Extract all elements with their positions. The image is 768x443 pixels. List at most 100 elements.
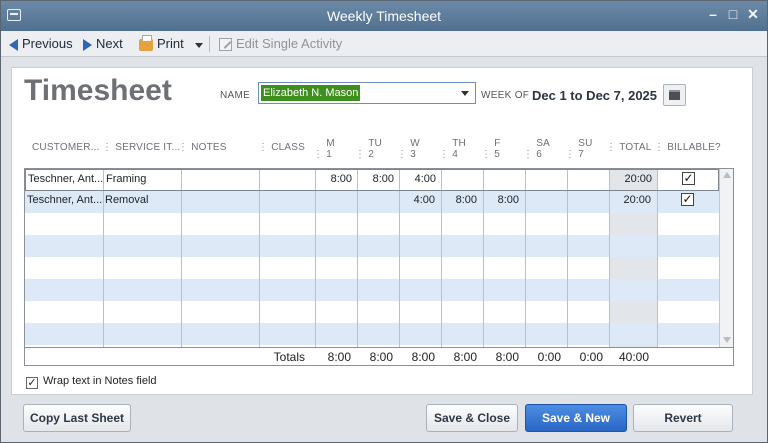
day-number: 3 — [410, 149, 416, 160]
day-2-cell[interactable]: 8:00 — [356, 173, 394, 185]
vertical-scrollbar[interactable] — [719, 169, 733, 347]
total-day-5: 8:00 — [495, 350, 519, 364]
day-5-cell[interactable]: 8:00 — [481, 194, 519, 206]
grand-total: 40:00 — [618, 350, 649, 364]
table-row[interactable] — [25, 301, 719, 323]
print-button[interactable]: Print — [139, 34, 184, 53]
toolbar: Previous Next Print Edit Single Activity — [1, 31, 767, 57]
toolbar-divider — [209, 36, 210, 52]
scroll-up-icon[interactable] — [723, 172, 731, 178]
weekly-timesheet-window: Weekly Timesheet – □ ✕ Previous Next Pri… — [0, 0, 768, 443]
title-bar: Weekly Timesheet – □ ✕ — [1, 1, 767, 31]
day-1-cell[interactable]: 8:00 — [314, 173, 352, 185]
revert-button[interactable]: Revert — [633, 404, 733, 432]
column-header-notes[interactable]: ⋮ NOTES — [178, 142, 227, 153]
pencil-icon — [219, 38, 232, 52]
column-header-day-5[interactable]: ⋮F 5 — [481, 138, 501, 160]
column-header-day-6[interactable]: ⋮SA 6 — [523, 138, 550, 160]
column-header-billable[interactable]: ⋮ BILLABLE? — [654, 142, 721, 153]
column-header-service-item[interactable]: ⋮ SERVICE IT... — [102, 142, 180, 153]
next-button[interactable]: Next — [83, 35, 123, 53]
calendar-button[interactable] — [663, 84, 686, 106]
timesheet-row-1[interactable]: Teschner, Ant... Framing 8:00 8:00 4:00 … — [25, 169, 719, 191]
total-day-7: 0:00 — [579, 350, 603, 364]
total-day-3: 8:00 — [411, 350, 435, 364]
page-title: Timesheet — [24, 74, 172, 107]
total-day-2: 8:00 — [369, 350, 393, 364]
total-header-label: TOTAL — [619, 142, 652, 153]
total-day-1: 8:00 — [327, 350, 351, 364]
column-header-day-4[interactable]: ⋮TH 4 — [439, 138, 466, 160]
day-4-cell[interactable]: 8:00 — [439, 194, 477, 206]
employee-name-select[interactable]: Elizabeth N. Mason — [258, 82, 476, 104]
table-row[interactable] — [25, 235, 719, 257]
wrap-notes-checkbox[interactable]: ✓ — [26, 377, 38, 389]
row-total-cell: 20:00 — [623, 194, 651, 206]
day-number: 5 — [494, 149, 500, 160]
day-abbrev: SA — [536, 138, 550, 149]
timesheet-grid: Teschner, Ant... Framing 8:00 8:00 4:00 … — [24, 168, 734, 348]
chevron-down-icon — [195, 43, 203, 49]
calendar-icon — [669, 90, 680, 100]
day-abbrev: SU — [578, 138, 593, 149]
totals-label: Totals — [273, 350, 305, 364]
maximize-icon[interactable]: □ — [725, 6, 741, 22]
employee-name-value: Elizabeth N. Mason — [261, 85, 361, 101]
wrap-notes-label: Wrap text in Notes field — [43, 375, 157, 387]
print-label: Print — [157, 36, 184, 51]
day-number: 4 — [452, 149, 458, 160]
row-total-cell: 20:00 — [624, 173, 652, 185]
column-header-total[interactable]: ⋮ TOTAL — [606, 142, 652, 153]
chevron-down-icon — [461, 91, 469, 96]
column-header-customer[interactable]: CUSTOMER... — [32, 142, 100, 153]
billable-checkbox[interactable]: ✓ — [681, 193, 694, 206]
next-label: Next — [96, 36, 123, 51]
save-new-button[interactable]: Save & New — [525, 404, 627, 432]
column-header-day-7[interactable]: ⋮SU 7 — [565, 138, 593, 160]
day-abbrev: TU — [368, 138, 382, 149]
edit-single-activity-label: Edit Single Activity — [236, 36, 343, 51]
table-row[interactable] — [25, 279, 719, 301]
timesheet-row-2[interactable]: Teschner, Ant... Removal 4:00 8:00 8:00 … — [25, 191, 719, 213]
edit-single-activity-button[interactable]: Edit Single Activity — [219, 35, 342, 53]
customer-cell[interactable]: Teschner, Ant... — [28, 173, 103, 185]
billable-header-label: BILLABLE? — [667, 142, 721, 153]
timesheet-panel: Timesheet NAME Elizabeth N. Mason WEEK O… — [11, 67, 753, 395]
billable-checkbox[interactable]: ✓ — [682, 172, 695, 185]
total-day-4: 8:00 — [453, 350, 477, 364]
day-number: 7 — [578, 149, 584, 160]
arrow-right-icon — [83, 38, 92, 51]
table-row[interactable] — [25, 323, 719, 345]
print-dropdown-button[interactable] — [195, 36, 207, 54]
scroll-down-icon[interactable] — [723, 337, 731, 343]
column-header-class[interactable]: ⋮ CLASS — [258, 142, 305, 153]
table-row[interactable] — [25, 257, 719, 279]
notes-header-label: NOTES — [191, 142, 227, 153]
column-header-day-3[interactable]: ⋮W 3 — [397, 138, 420, 160]
column-header-day-1[interactable]: ⋮M 1 — [313, 138, 335, 160]
service-item-cell[interactable]: Removal — [105, 194, 148, 206]
save-close-button[interactable]: Save & Close — [426, 404, 518, 432]
totals-row: Totals 8:00 8:00 8:00 8:00 8:00 0:00 0:0… — [24, 348, 734, 366]
table-row[interactable] — [25, 213, 719, 235]
wrap-notes-option[interactable]: ✓ Wrap text in Notes field — [26, 375, 157, 389]
day-3-cell[interactable]: 4:00 — [397, 194, 435, 206]
previous-button[interactable]: Previous — [9, 35, 73, 53]
close-icon[interactable]: ✕ — [745, 6, 761, 23]
day-3-cell[interactable]: 4:00 — [398, 173, 436, 185]
column-header-day-2[interactable]: ⋮TU 2 — [355, 138, 382, 160]
copy-last-sheet-button[interactable]: Copy Last Sheet — [23, 404, 131, 432]
service-item-cell[interactable]: Framing — [106, 173, 146, 185]
day-number: 6 — [536, 149, 542, 160]
customer-header-label: CUSTOMER... — [32, 142, 100, 153]
week-of-value: Dec 1 to Dec 7, 2025 — [532, 88, 658, 103]
day-number: 2 — [368, 149, 374, 160]
day-abbrev: M — [326, 138, 335, 149]
service-item-header-label: SERVICE IT... — [115, 142, 181, 153]
day-abbrev: F — [494, 138, 501, 149]
week-of-label: WEEK OF — [481, 90, 530, 101]
customer-cell[interactable]: Teschner, Ant... — [27, 194, 102, 206]
class-header-label: CLASS — [271, 142, 305, 153]
window-title: Weekly Timesheet — [326, 8, 442, 24]
minimize-icon[interactable]: – — [705, 6, 721, 22]
